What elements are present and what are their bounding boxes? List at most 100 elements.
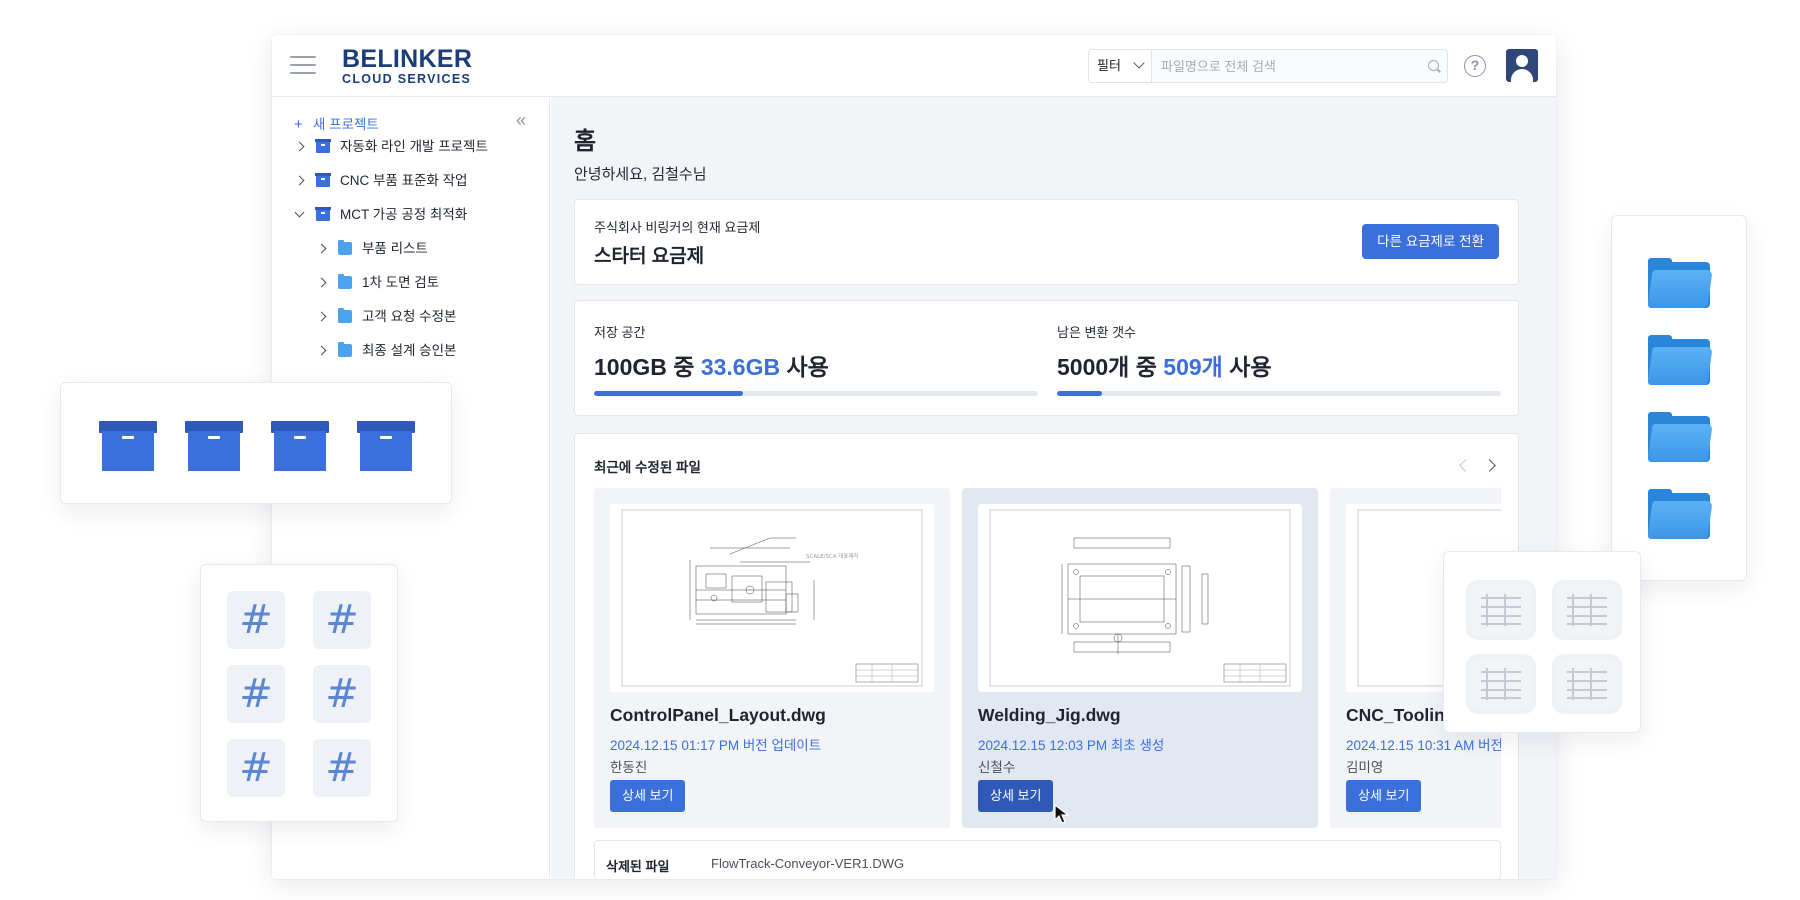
carousel-prev-icon[interactable] bbox=[1455, 456, 1473, 474]
folder-icon bbox=[338, 308, 352, 323]
file-user: 한동진 bbox=[610, 760, 648, 775]
conversion-progress-bar bbox=[1057, 391, 1501, 396]
folder-label: 고객 요청 수정본 bbox=[362, 309, 457, 324]
conversion-progress-fill bbox=[1057, 391, 1103, 396]
chevron-right-icon[interactable] bbox=[294, 141, 305, 152]
view-details-button[interactable]: 상세 보기 bbox=[610, 780, 686, 812]
deleted-file-row[interactable]: 삭제된 파일 FlowTrack-Conveyor-VER1.DWG bbox=[594, 840, 1501, 879]
new-project-button[interactable]: + 새 프로젝트 bbox=[294, 113, 379, 133]
folder-icon bbox=[338, 240, 352, 255]
deleted-file-label: 삭제된 파일 bbox=[606, 859, 670, 874]
chevron-right-icon[interactable] bbox=[316, 277, 327, 288]
decor-table-panel bbox=[1443, 551, 1641, 733]
conversion-value: 5000개 중 509개 사용 bbox=[1057, 348, 1272, 382]
deleted-file-name: FlowTrack-Conveyor-VER1.DWG bbox=[711, 856, 905, 871]
chevron-down-icon[interactable] bbox=[294, 207, 305, 218]
view-details-button[interactable]: 상세 보기 bbox=[1346, 780, 1422, 812]
storage-label: 저장 공간 bbox=[594, 325, 646, 340]
folder-icon bbox=[1647, 258, 1713, 308]
help-icon[interactable]: ? bbox=[1464, 55, 1486, 77]
chevron-right-icon[interactable] bbox=[316, 311, 327, 322]
chevron-right-icon[interactable] bbox=[316, 243, 327, 254]
search-icon[interactable] bbox=[1428, 60, 1439, 71]
cad-drawing-preview bbox=[989, 509, 1291, 687]
storage-suffix: 사용 bbox=[780, 354, 829, 380]
storage-progress-fill bbox=[594, 391, 744, 396]
archive-box-icon bbox=[315, 139, 331, 153]
conversion-used: 509개 bbox=[1163, 354, 1223, 380]
file-date: 2024.12.15 12:03 PM 최초 생성 bbox=[978, 738, 1165, 753]
usage-card: 저장 공간 100GB 중 33.6GB 사용 남은 변환 갯수 5000개 중… bbox=[574, 300, 1519, 416]
cad-drawing-preview: SCALE/SCA 대표재작 bbox=[621, 509, 923, 687]
plan-subtitle: 주식회사 비링커의 현재 요금제 bbox=[594, 220, 761, 235]
chevron-right-icon[interactable] bbox=[294, 175, 305, 186]
project-label: MCT 가공 공정 최적화 bbox=[340, 207, 468, 222]
project-label: 자동화 라인 개발 프로젝트 bbox=[340, 139, 488, 154]
search-input[interactable] bbox=[1153, 50, 1419, 82]
archive-box-icon bbox=[315, 207, 331, 221]
chevron-down-icon bbox=[1133, 57, 1145, 69]
mouse-cursor-icon bbox=[1054, 804, 1070, 824]
recent-files-carousel: SCALE/SCA 대표재작 ControlPanel_Layout.dwg 2… bbox=[594, 488, 1501, 828]
conversion-label: 남은 변환 갯수 bbox=[1057, 325, 1136, 340]
file-name: CNC_Tooling bbox=[1346, 705, 1456, 725]
brand-tagline: CLOUD SERVICES bbox=[342, 72, 472, 86]
folder-icon bbox=[338, 274, 352, 289]
greeting: 안녕하세요, 김철수님 bbox=[574, 166, 707, 183]
storage-used: 33.6GB bbox=[700, 354, 781, 380]
conversion-usage: 남은 변환 갯수 5000개 중 509개 사용 bbox=[1057, 301, 1501, 417]
storage-total: 100GB 중 bbox=[594, 354, 701, 380]
file-name: ControlPanel_Layout.dwg bbox=[610, 705, 826, 725]
decor-folder-panel bbox=[1611, 215, 1747, 581]
folder-icon bbox=[1647, 335, 1713, 385]
hash-icon: # bbox=[313, 739, 371, 797]
brand-logo[interactable]: BELINKER CLOUD SERVICES bbox=[342, 47, 472, 87]
file-card[interactable]: SCALE/SCA 대표재작 ControlPanel_Layout.dwg 2… bbox=[594, 488, 950, 828]
hash-icon: # bbox=[313, 591, 371, 649]
avatar[interactable] bbox=[1506, 49, 1538, 82]
table-icon bbox=[1470, 658, 1532, 710]
project-label: CNC 부품 표준화 작업 bbox=[340, 173, 468, 188]
change-plan-button[interactable]: 다른 요금제로 전환 bbox=[1362, 224, 1499, 259]
view-details-button[interactable]: 상세 보기 bbox=[978, 780, 1054, 812]
folder-icon bbox=[1647, 412, 1713, 462]
chevron-right-icon[interactable] bbox=[316, 345, 327, 356]
drawing-note: SCALE/SCA 대표재작 bbox=[806, 552, 859, 560]
folder-label: 최종 설계 승인본 bbox=[362, 343, 457, 358]
storage-usage: 저장 공간 100GB 중 33.6GB 사용 bbox=[594, 301, 1038, 417]
carousel-next-icon[interactable] bbox=[1483, 456, 1501, 474]
menu-icon[interactable] bbox=[290, 54, 316, 76]
recent-files-card: 최근에 수정된 파일 SCALE/SCA 대표재작 ControlPanel_L… bbox=[574, 433, 1519, 879]
folder-label: 1차 도면 검토 bbox=[362, 275, 440, 290]
file-user: 김미영 bbox=[1346, 760, 1384, 775]
main-content: 홈 안녕하세요, 김철수님 주식회사 비링커의 현재 요금제 스타터 요금제 다… bbox=[551, 97, 1556, 879]
file-date: 2024.12.15 10:31 AM 버전 bbox=[1346, 738, 1501, 753]
hash-icon: # bbox=[227, 739, 285, 797]
folder-icon bbox=[1647, 489, 1713, 539]
search-filter-dropdown[interactable]: 필터 bbox=[1089, 50, 1152, 82]
file-date: 2024.12.15 01:17 PM 버전 업데이트 bbox=[610, 738, 822, 753]
table-icon bbox=[1470, 584, 1532, 636]
decor-archive-panel bbox=[60, 382, 452, 504]
page-title: 홈 bbox=[574, 128, 597, 155]
archive-box-icon bbox=[185, 421, 243, 471]
top-bar: BELINKER CLOUD SERVICES 필터 ? bbox=[272, 35, 1556, 97]
collapse-sidebar-icon[interactable]: « bbox=[516, 110, 526, 131]
search-bar: 필터 bbox=[1088, 49, 1448, 83]
archive-box-icon bbox=[315, 173, 331, 187]
search-filter-label: 필터 bbox=[1097, 58, 1121, 73]
folder-label: 부품 리스트 bbox=[362, 241, 428, 256]
archive-box-icon bbox=[99, 421, 157, 471]
stage: BELINKER CLOUD SERVICES 필터 ? + 새 프로젝트 « 자… bbox=[0, 0, 1800, 900]
drawing-thumbnail bbox=[978, 504, 1302, 692]
table-icon bbox=[1556, 584, 1618, 636]
hash-icon: # bbox=[227, 665, 285, 723]
archive-box-icon bbox=[357, 421, 415, 471]
hash-icon: # bbox=[313, 665, 371, 723]
archive-box-icon bbox=[271, 421, 329, 471]
file-user: 신철수 bbox=[978, 760, 1016, 775]
plan-card: 주식회사 비링커의 현재 요금제 스타터 요금제 다른 요금제로 전환 bbox=[574, 199, 1519, 285]
drawing-thumbnail: SCALE/SCA 대표재작 bbox=[610, 504, 934, 692]
plus-icon: + bbox=[294, 116, 303, 133]
file-card[interactable]: Welding_Jig.dwg 2024.12.15 12:03 PM 최초 생… bbox=[962, 488, 1318, 828]
